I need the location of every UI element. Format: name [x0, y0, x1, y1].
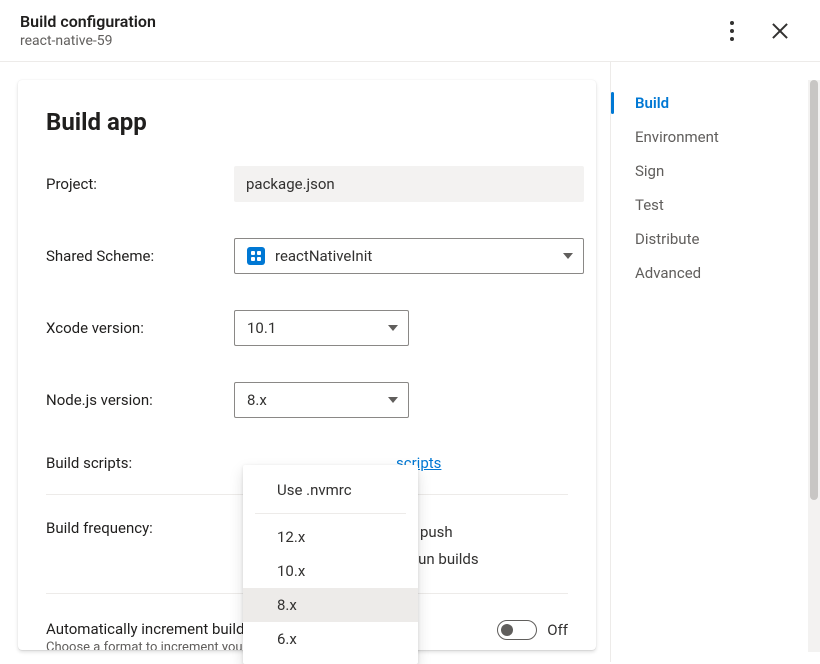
nodejs-version-label: Node.js version: [46, 391, 234, 409]
sidebar-item-label: Test [635, 196, 664, 214]
build-frequency-line2: to run builds [396, 546, 568, 573]
dropdown-divider [255, 513, 406, 514]
chevron-down-icon [388, 397, 398, 403]
xcode-version-value: 10.1 [247, 319, 276, 337]
toggle-thumb [501, 624, 513, 636]
sidebar-item-build[interactable]: Build [611, 86, 820, 120]
build-scripts-label: Build scripts: [46, 454, 234, 472]
sidebar-item-label: Distribute [635, 230, 699, 248]
build-frequency-line1: ery push [396, 519, 568, 546]
sidebar-item-label: Sign [635, 162, 664, 180]
header-left: Build configuration react-native-59 [20, 12, 156, 49]
more-options-button[interactable] [716, 15, 748, 47]
nodejs-option-8x[interactable]: 8.x [243, 588, 418, 622]
sidebar-item-distribute[interactable]: Distribute [611, 222, 820, 256]
header: Build configuration react-native-59 [0, 0, 820, 62]
xcode-version-select[interactable]: 10.1 [234, 310, 409, 346]
sidebar-item-advanced[interactable]: Advanced [611, 256, 820, 290]
sidebar-item-sign[interactable]: Sign [611, 154, 820, 188]
sidebar-item-label: Advanced [635, 264, 701, 282]
shared-scheme-row: Shared Scheme: reactNativeInit [46, 238, 568, 274]
xcode-version-label: Xcode version: [46, 319, 234, 337]
nodejs-version-select[interactable]: 8.x [234, 382, 409, 418]
xcode-version-row: Xcode version: 10.1 [46, 310, 568, 346]
scrollbar[interactable] [808, 80, 820, 652]
nodejs-version-value: 8.x [247, 391, 267, 409]
nodejs-option-6x[interactable]: 6.x [243, 622, 418, 656]
page-title: Build app [46, 108, 568, 136]
header-subtitle: react-native-59 [20, 33, 156, 49]
close-button[interactable] [764, 15, 796, 47]
sidebar-item-label: Build [635, 94, 669, 112]
project-value: package.json [234, 166, 584, 202]
vertical-dots-icon [730, 21, 734, 41]
scrollbar-thumb[interactable] [810, 80, 818, 500]
shared-scheme-label: Shared Scheme: [46, 247, 234, 265]
header-actions [716, 15, 796, 47]
build-frequency-label: Build frequency: [46, 519, 234, 537]
sidebar-item-environment[interactable]: Environment [611, 120, 820, 154]
app-icon [247, 247, 265, 265]
sidebar-item-test[interactable]: Test [611, 188, 820, 222]
nodejs-option-use-nvmrc[interactable]: Use .nvmrc [243, 473, 418, 507]
close-icon [771, 22, 789, 40]
nodejs-option-12x[interactable]: 12.x [243, 520, 418, 554]
auto-increment-toggle[interactable] [497, 620, 537, 640]
header-title: Build configuration [20, 12, 156, 31]
project-label: Project: [46, 175, 234, 193]
nodejs-dropdown-popup: Use .nvmrc 12.x 10.x 8.x 6.x [243, 465, 418, 664]
nodejs-option-10x[interactable]: 10.x [243, 554, 418, 588]
chevron-down-icon [388, 325, 398, 331]
nodejs-version-row: Node.js version: 8.x [46, 382, 568, 418]
shared-scheme-value: reactNativeInit [275, 247, 372, 265]
sidebar: Build Environment Sign Test Distribute A… [610, 62, 820, 662]
auto-increment-state: Off [547, 621, 568, 639]
project-row: Project: package.json [46, 166, 568, 202]
sidebar-item-label: Environment [635, 128, 719, 146]
shared-scheme-select[interactable]: reactNativeInit [234, 238, 584, 274]
chevron-down-icon [563, 253, 573, 259]
